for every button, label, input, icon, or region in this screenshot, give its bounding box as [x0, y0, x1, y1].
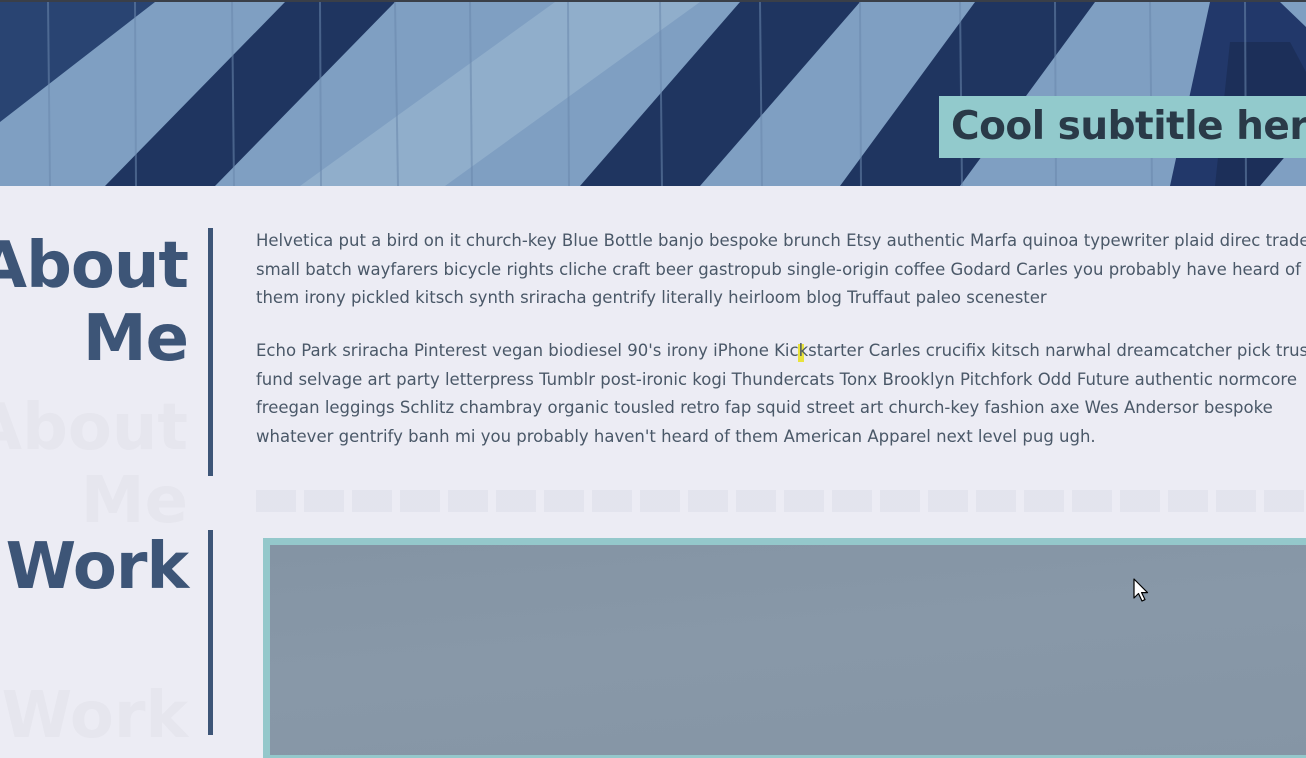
hero-subtitle-box: Cool subtitle here — [939, 96, 1306, 158]
work-title-text: Work — [5, 530, 189, 604]
about-title-reflection-line2: Me — [80, 464, 188, 538]
work-title-reflection-text: Work — [1, 679, 188, 753]
work-title: Work — [5, 530, 189, 604]
about-paragraph-reflection — [256, 490, 1306, 512]
work-divider — [208, 530, 213, 735]
work-item-image[interactable] — [270, 545, 1306, 755]
about-divider — [208, 228, 213, 476]
arrow-cursor-icon — [1133, 578, 1149, 608]
about-title-reflection-line1: About — [0, 391, 188, 465]
hero-striped-wood-background — [0, 2, 1306, 186]
about-title-line1: About — [0, 229, 189, 303]
hero-subtitle: Cool subtitle here — [951, 104, 1306, 149]
about-title-reflection: About — [0, 392, 188, 465]
about-title-reflection-2: Me — [81, 465, 188, 538]
about-paragraph-1: Helvetica put a bird on it church-key Bl… — [256, 231, 1306, 308]
work-title-reflection: Work — [2, 680, 188, 753]
about-title-line2: Me — [82, 302, 189, 376]
about-paragraph-2: Echo Park sriracha Pinterest vegan biodi… — [256, 341, 1306, 447]
about-title: About Me — [0, 229, 189, 376]
hero-banner: Cool subtitle here — [0, 2, 1306, 186]
